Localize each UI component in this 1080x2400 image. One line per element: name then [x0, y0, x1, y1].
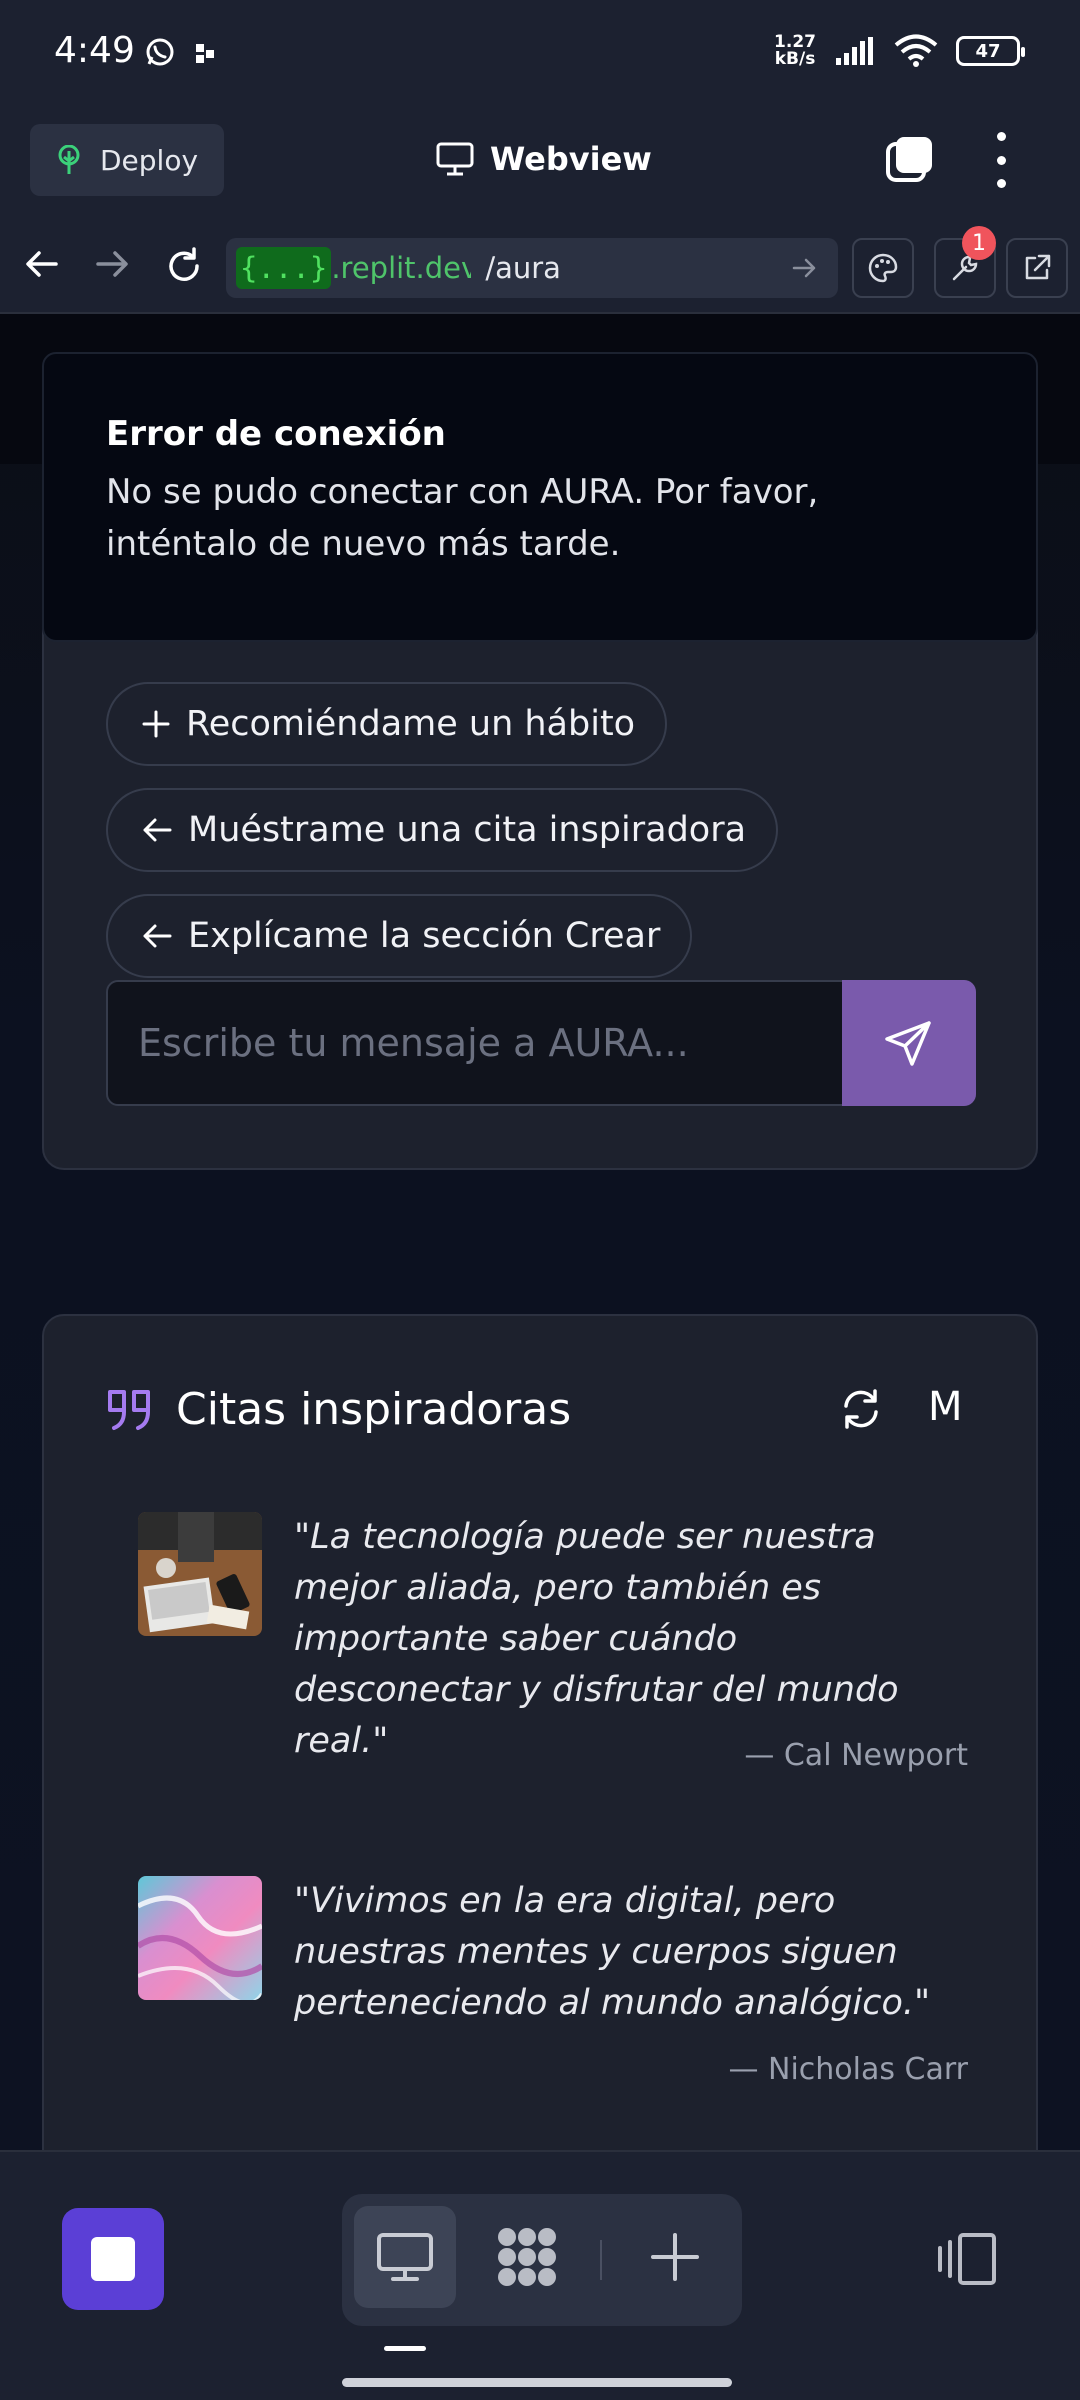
- url-field[interactable]: {...} .replit.dev /aura: [226, 238, 838, 298]
- send-icon: [885, 1021, 931, 1066]
- add-icon: [651, 2233, 699, 2281]
- stop-icon: [91, 2237, 135, 2281]
- wifi-icon: [894, 34, 938, 67]
- overflow-menu-icon[interactable]: [986, 132, 1016, 188]
- quote-text: "La tecnología puede ser nuestra mejor a…: [294, 1517, 899, 1761]
- suggestion-chip-habit[interactable]: Recomiéndame un hábito: [106, 682, 668, 766]
- stop-button[interactable]: [62, 2208, 164, 2310]
- web-content: Recomiéndame un hábito Muéstrame una cit…: [0, 314, 1080, 2150]
- message-input[interactable]: [108, 982, 836, 1104]
- notification-icon: [196, 44, 214, 63]
- arrow-left-icon: [143, 818, 172, 842]
- deploy-tree-icon: [58, 145, 80, 174]
- status-time: 4:49: [54, 30, 135, 71]
- url-path: /aura: [485, 251, 561, 285]
- back-icon[interactable]: [24, 246, 60, 282]
- quotes-title: Citas inspiradoras: [176, 1384, 572, 1435]
- tabs-icon[interactable]: [884, 134, 934, 184]
- suggestion-label: Explícame la sección Crear: [188, 916, 661, 956]
- external-link-icon: [1025, 254, 1051, 280]
- devtools-button[interactable]: 1: [934, 226, 996, 298]
- url-domain: .replit.dev: [331, 251, 472, 285]
- plus-icon: [142, 710, 170, 738]
- palette-icon: [868, 253, 898, 283]
- suggestion-label: Recomiéndame un hábito: [186, 704, 636, 744]
- go-arrow-icon[interactable]: [792, 256, 818, 280]
- network-speed: 1.27 kB/s: [774, 32, 816, 69]
- desktop-preview-button[interactable]: [354, 2206, 456, 2308]
- quotes-m-button[interactable]: M: [928, 1384, 963, 1430]
- suggestion-label: Muéstrame una cita inspiradora: [188, 810, 747, 850]
- monitor-icon: [436, 142, 474, 176]
- webview-title: Webview: [436, 140, 652, 178]
- deploy-button[interactable]: Deploy: [30, 124, 224, 196]
- error-toast: Error de conexión No se pudo conectar co…: [42, 352, 1038, 642]
- toast-title: Error de conexión: [106, 414, 446, 454]
- send-button[interactable]: [842, 980, 976, 1106]
- palette-button[interactable]: [852, 238, 914, 298]
- app-bar: Deploy Webview: [0, 110, 1080, 222]
- add-button[interactable]: [624, 2206, 726, 2308]
- console-badge: 1: [962, 226, 996, 260]
- quote-text: "Vivimos en la era digital, pero nuestra…: [294, 1881, 931, 2023]
- workspace-grid-icon: [498, 2228, 556, 2286]
- webview-label: Webview: [490, 140, 652, 178]
- reload-icon[interactable]: [164, 246, 204, 286]
- external-link-button[interactable]: [1006, 238, 1068, 298]
- signal-icon: [836, 37, 873, 65]
- active-indicator: [384, 2346, 426, 2351]
- toast-message: No se pudo conectar con AURA. Por favor,…: [106, 472, 819, 564]
- refresh-icon[interactable]: [840, 1388, 882, 1430]
- battery-icon: 47: [956, 36, 1025, 66]
- quote-author: — Nicholas Carr: [728, 2052, 968, 2087]
- whatsapp-icon: [146, 38, 174, 66]
- message-composer: [106, 980, 976, 1106]
- panel-icon[interactable]: [934, 2232, 998, 2286]
- arrow-left-icon: [143, 924, 172, 948]
- suggestion-chip-create[interactable]: Explícame la sección Crear: [106, 894, 693, 978]
- desk-laptop-photo: [138, 1512, 262, 1636]
- quote-icon: [108, 1389, 150, 1430]
- pink-marble-abstract: [138, 1876, 262, 2000]
- forward-icon[interactable]: [94, 246, 130, 282]
- view-switcher: [342, 2194, 742, 2326]
- workspace-grid-button[interactable]: [476, 2206, 578, 2308]
- quote-author: — Cal Newport: [744, 1738, 968, 1773]
- url-chip: {...}: [236, 247, 332, 289]
- desktop-preview-icon: [377, 2233, 433, 2281]
- home-indicator: [342, 2378, 732, 2387]
- suggestion-chip-quote[interactable]: Muéstrame una cita inspiradora: [106, 788, 779, 872]
- url-bar: {...} .replit.dev /aura 1: [0, 222, 1080, 314]
- status-bar: 4:49 1.27 kB/s 47: [0, 0, 1080, 110]
- quotes-header: Citas inspiradoras: [106, 1384, 571, 1435]
- quotes-card: Citas inspiradoras M "La tecnología pued…: [42, 1314, 1038, 2150]
- bottom-bar: [0, 2150, 1080, 2400]
- deploy-label: Deploy: [100, 143, 199, 177]
